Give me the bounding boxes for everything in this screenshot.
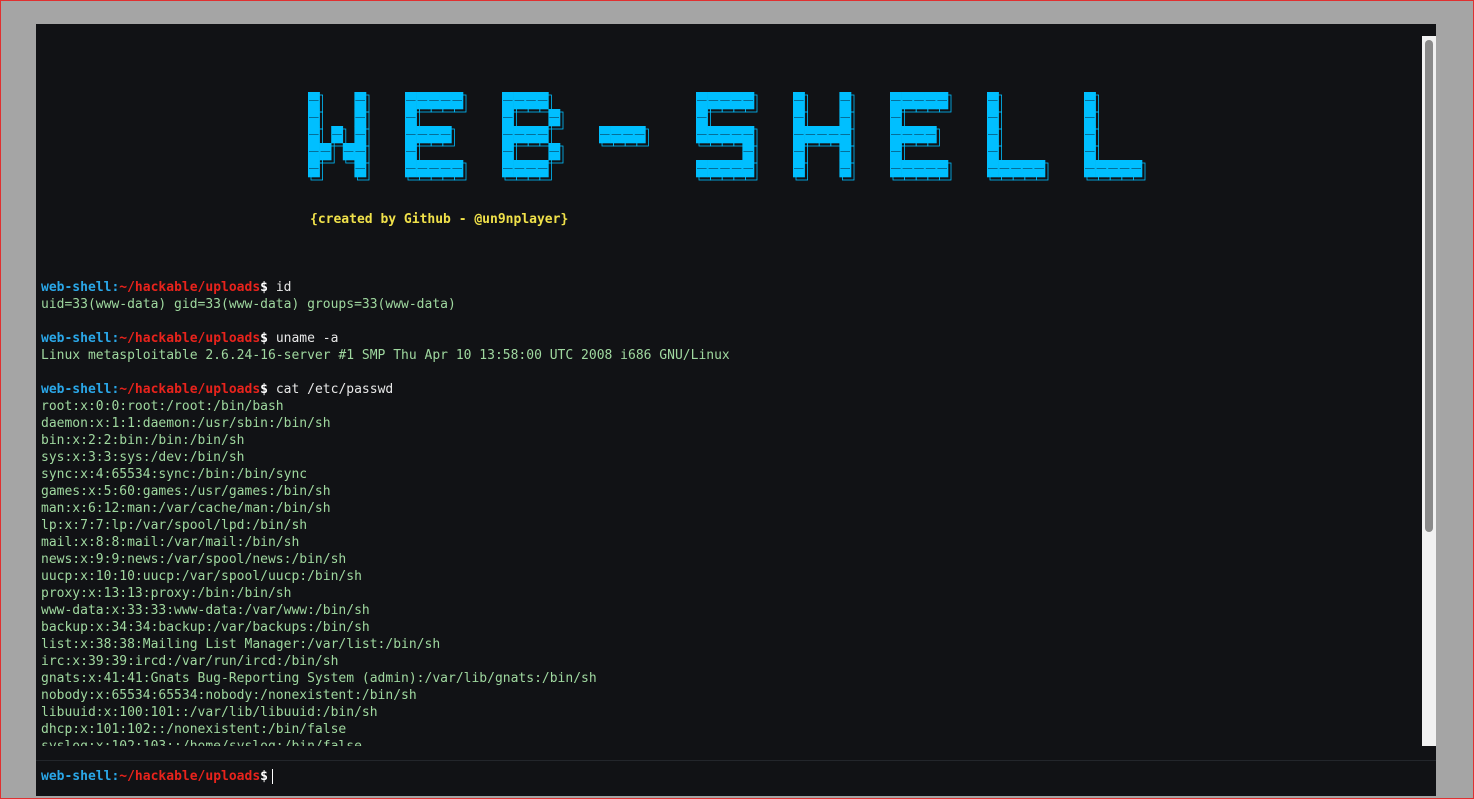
output-line: nobody:x:65534:65534:nobody:/nonexistent… (41, 688, 417, 703)
output-line: root:x:0:0:root:/root:/bin/bash (41, 399, 284, 414)
banner-letter (405, 92, 467, 181)
output-line: lp:x:7:7:lp:/var/spool/lpd:/bin/sh (41, 518, 308, 533)
output-line: sync:x:4:65534:sync:/bin:/bin/sync (41, 467, 308, 482)
output-line: proxy:x:13:13:proxy:/bin:/bin/sh (41, 586, 292, 601)
prompt-dollar: $ (260, 382, 268, 397)
output-scrollbar[interactable] (1422, 36, 1436, 746)
prompt-dollar: $ (260, 769, 268, 784)
banner-letter (502, 92, 564, 181)
prompt-user: web-shell: (41, 382, 120, 397)
banner-letter (1084, 92, 1146, 181)
command-line: web-shell:~/hackable/uploads$ id (41, 279, 1422, 296)
prompt-user: web-shell: (41, 280, 120, 295)
output-line: mail:x:8:8:mail:/var/mail:/bin/sh (41, 535, 300, 550)
output-line: games:x:5:60:games:/usr/games:/bin/sh (41, 484, 331, 499)
prompt-path: ~/hackable/uploads (119, 280, 261, 295)
output-line: syslog:x:102:103::/home/syslog:/bin/fals… (41, 738, 1422, 746)
terminal-output: {created by Github - @un9nplayer} web-sh… (36, 24, 1422, 746)
web-shell-banner-logo (308, 92, 1146, 181)
output-line: sys:x:3:3:sys:/dev:/bin/sh (41, 450, 245, 465)
banner-letter (696, 92, 758, 181)
output-line: man:x:6:12:man:/var/cache/man:/bin/sh (41, 501, 331, 516)
banner-credit: {created by Github - @un9nplayer} (310, 212, 569, 227)
output-line: gnats:x:41:41:Gnats Bug-Reporting System… (41, 671, 597, 686)
prompt-path: ~/hackable/uploads (119, 769, 261, 784)
banner-letter (793, 92, 855, 181)
command-text: id (275, 280, 292, 295)
prompt-user: web-shell: (41, 769, 120, 784)
output-line: bin:x:2:2:bin:/bin:/bin/sh (41, 433, 245, 448)
terminal-window: {created by Github - @un9nplayer} web-sh… (36, 24, 1436, 796)
command-text: cat /etc/passwd (275, 382, 394, 397)
output-line: backup:x:34:34:backup:/var/backups:/bin/… (41, 620, 370, 635)
output-line: uucp:x:10:10:uucp:/var/spool/uucp:/bin/s… (41, 569, 362, 584)
prompt-user: web-shell: (41, 331, 120, 346)
command-line: web-shell:~/hackable/uploads$ cat /etc/p… (41, 381, 1422, 398)
command-log: web-shell:~/hackable/uploads$ id uid=33(w… (41, 279, 1422, 746)
banner-letter (890, 92, 952, 181)
command-line: web-shell:~/hackable/uploads$ uname -a (41, 330, 1422, 347)
output-line: daemon:x:1:1:daemon:/usr/sbin:/bin/sh (41, 416, 331, 431)
prompt-dollar: $ (260, 331, 268, 346)
output-line: uid=33(www-data) gid=33(www-data) groups… (41, 297, 456, 312)
text-cursor (272, 769, 273, 784)
scrollbar-thumb[interactable] (1425, 40, 1433, 532)
banner-letter (987, 92, 1049, 181)
command-text: uname -a (275, 331, 339, 346)
output-line: www-data:x:33:33:www-data:/var/www:/bin/… (41, 603, 370, 618)
output-line: irc:x:39:39:ircd:/var/run/ircd:/bin/sh (41, 654, 339, 669)
output-line: dhcp:x:101:102::/nonexistent:/bin/false (41, 722, 347, 737)
prompt-path: ~/hackable/uploads (119, 331, 261, 346)
output-line: news:x:9:9:news:/var/spool/news:/bin/sh (41, 552, 347, 567)
banner-letter (599, 126, 649, 147)
prompt-dollar: $ (260, 280, 268, 295)
banner-letter (308, 92, 370, 181)
prompt-path: ~/hackable/uploads (119, 382, 261, 397)
output-line: Linux metasploitable 2.6.24-16-server #1… (41, 348, 730, 363)
output-line: libuuid:x:100:101::/var/lib/libuuid:/bin… (41, 705, 378, 720)
output-line: list:x:38:38:Mailing List Manager:/var/l… (41, 637, 441, 652)
command-input-row[interactable]: web-shell:~/hackable/uploads$ (36, 760, 1436, 796)
